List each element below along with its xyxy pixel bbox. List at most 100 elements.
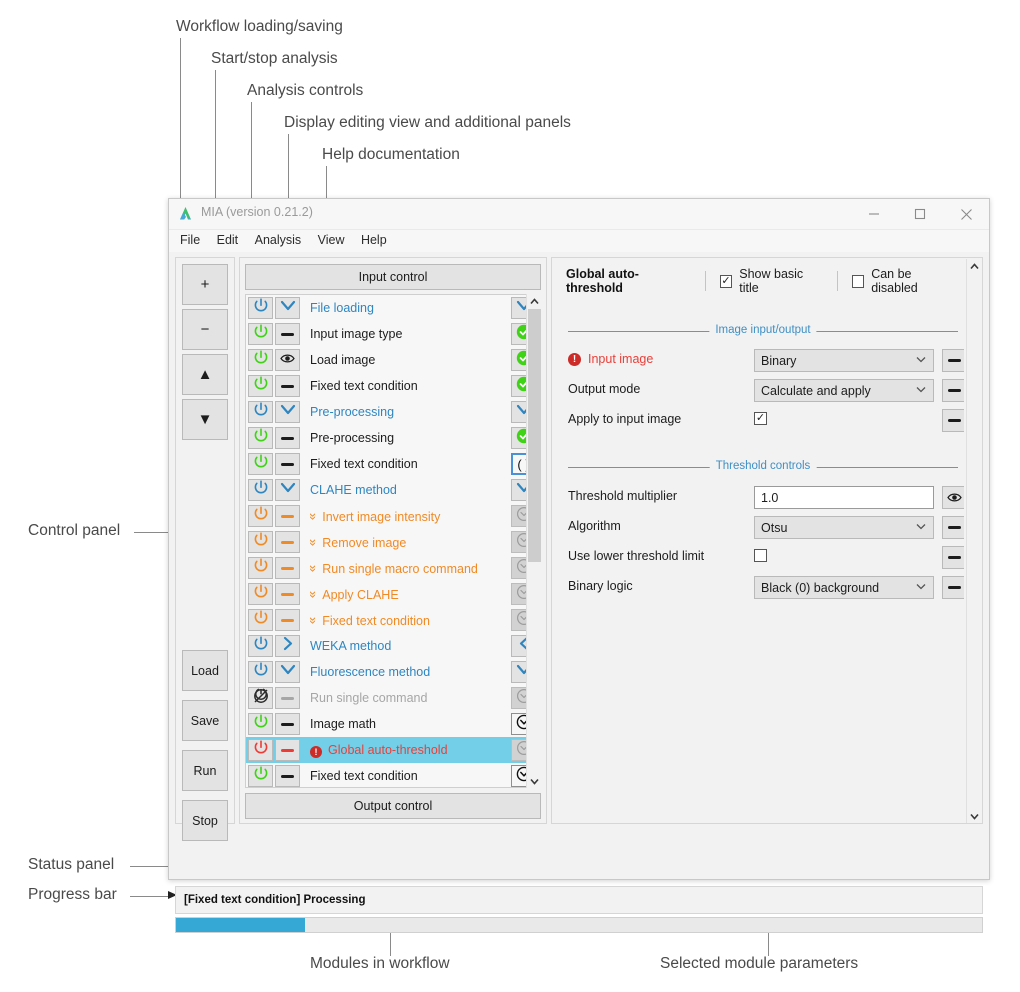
module-visibility-toggle[interactable] [275, 713, 300, 735]
module-row[interactable]: Run single command [246, 685, 540, 711]
module-row[interactable]: Image math [246, 711, 540, 737]
algorithm-visibility-button[interactable] [942, 516, 964, 539]
load-button[interactable]: Load [182, 650, 228, 691]
threshold-multiplier-visibility-button[interactable] [942, 486, 964, 509]
module-enable-toggle[interactable] [248, 661, 273, 683]
module-visibility-toggle[interactable] [275, 661, 300, 683]
module-row[interactable]: Fixed text condition [246, 373, 540, 399]
module-row[interactable]: WEKA method [246, 633, 540, 659]
input-image-select[interactable]: Binary [754, 349, 934, 372]
input-control-button[interactable]: Input control [245, 264, 541, 290]
binary-logic-visibility-button[interactable] [942, 576, 964, 599]
module-list[interactable]: File loading Input image type Load image Fi… [245, 294, 541, 788]
module-visibility-toggle[interactable] [275, 479, 300, 501]
module-visibility-toggle[interactable] [275, 505, 300, 527]
module-enable-toggle[interactable] [248, 765, 273, 787]
module-enable-toggle[interactable] [248, 427, 273, 449]
module-enable-toggle[interactable] [248, 375, 273, 397]
minimize-button[interactable] [851, 199, 897, 229]
use-lower-threshold-visibility-button[interactable] [942, 546, 964, 569]
module-row[interactable]: »Fixed text condition [246, 607, 540, 633]
threshold-multiplier-input[interactable]: 1.0 [754, 486, 934, 509]
show-basic-title-checkbox[interactable]: ✓ [719, 274, 733, 288]
scroll-down-icon[interactable] [527, 774, 542, 788]
apply-to-input-image-checkbox[interactable]: ✓ [754, 412, 767, 425]
menu-item-analysis[interactable]: Analysis [249, 230, 308, 251]
module-row[interactable]: Input image type [246, 321, 540, 347]
module-enable-toggle[interactable] [248, 635, 273, 657]
module-visibility-toggle[interactable] [275, 609, 300, 631]
module-visibility-toggle[interactable] [275, 427, 300, 449]
module-row[interactable]: Pre-processing [246, 399, 540, 425]
can-be-disabled-checkbox[interactable] [851, 274, 865, 288]
module-row[interactable]: Fixed text condition( ) [246, 451, 540, 477]
module-enable-toggle[interactable] [248, 349, 273, 371]
menu-item-file[interactable]: File [174, 230, 206, 251]
module-visibility-toggle[interactable] [275, 349, 300, 371]
output-control-button[interactable]: Output control [245, 793, 541, 819]
stop-button[interactable]: Stop [182, 800, 228, 841]
module-row[interactable]: File loading [246, 295, 540, 321]
module-row[interactable]: »Run single macro command [246, 555, 540, 581]
module-enable-toggle[interactable] [248, 687, 273, 709]
module-row[interactable]: ! Global auto-threshold [246, 737, 540, 763]
module-visibility-toggle[interactable] [275, 687, 300, 709]
module-list-scrollbar[interactable] [526, 294, 542, 788]
module-enable-toggle[interactable] [248, 557, 273, 579]
module-row[interactable]: CLAHE method [246, 477, 540, 503]
module-visibility-toggle[interactable] [275, 401, 300, 423]
module-enable-toggle[interactable] [248, 713, 273, 735]
remove-module-button[interactable]: − [182, 309, 228, 350]
maximize-button[interactable] [897, 199, 943, 229]
module-enable-toggle[interactable] [248, 401, 273, 423]
module-visibility-toggle[interactable] [275, 765, 300, 787]
apply-to-input-visibility-button[interactable] [942, 409, 964, 432]
save-button[interactable]: Save [182, 700, 228, 741]
module-row[interactable]: »Invert image intensity [246, 503, 540, 529]
input-image-value: Binary [761, 353, 797, 368]
scroll-thumb[interactable] [528, 309, 541, 562]
module-row[interactable]: Load image [246, 347, 540, 373]
scroll-up-icon[interactable] [967, 259, 982, 273]
module-visibility-toggle[interactable] [275, 375, 300, 397]
module-visibility-toggle[interactable] [275, 583, 300, 605]
input-image-visibility-button[interactable] [942, 349, 964, 372]
module-visibility-toggle[interactable] [275, 635, 300, 657]
module-visibility-toggle[interactable] [275, 739, 300, 761]
module-enable-toggle[interactable] [248, 505, 273, 527]
close-button[interactable] [943, 199, 989, 229]
module-row[interactable]: »Apply CLAHE [246, 581, 540, 607]
menu-item-view[interactable]: View [312, 230, 351, 251]
move-module-up-button[interactable]: ▲ [182, 354, 228, 395]
module-row[interactable]: »Remove image [246, 529, 540, 555]
module-enable-toggle[interactable] [248, 479, 273, 501]
module-enable-toggle[interactable] [248, 323, 273, 345]
module-enable-toggle[interactable] [248, 739, 273, 761]
parameter-panel-scrollbar[interactable] [966, 259, 982, 823]
algorithm-select[interactable]: Otsu [754, 516, 934, 539]
module-enable-toggle[interactable] [248, 583, 273, 605]
add-module-button[interactable]: + [182, 264, 228, 305]
module-enable-toggle[interactable] [248, 297, 273, 319]
menu-item-help[interactable]: Help [355, 230, 393, 251]
run-button[interactable]: Run [182, 750, 228, 791]
module-visibility-toggle[interactable] [275, 323, 300, 345]
move-module-down-button[interactable]: ▼ [182, 399, 228, 440]
scroll-down-icon[interactable] [967, 809, 982, 823]
module-row[interactable]: Fluorescence method [246, 659, 540, 685]
module-visibility-toggle[interactable] [275, 557, 300, 579]
binary-logic-select[interactable]: Black (0) background [754, 576, 934, 599]
module-visibility-toggle[interactable] [275, 453, 300, 475]
use-lower-threshold-limit-checkbox[interactable] [754, 549, 767, 562]
module-enable-toggle[interactable] [248, 609, 273, 631]
menu-item-edit[interactable]: Edit [211, 230, 245, 251]
output-mode-visibility-button[interactable] [942, 379, 964, 402]
output-mode-select[interactable]: Calculate and apply [754, 379, 934, 402]
module-enable-toggle[interactable] [248, 453, 273, 475]
module-row[interactable]: Fixed text condition [246, 763, 540, 787]
module-visibility-toggle[interactable] [275, 531, 300, 553]
module-row[interactable]: Pre-processing [246, 425, 540, 451]
scroll-up-icon[interactable] [527, 294, 542, 308]
module-visibility-toggle[interactable] [275, 297, 300, 319]
module-enable-toggle[interactable] [248, 531, 273, 553]
